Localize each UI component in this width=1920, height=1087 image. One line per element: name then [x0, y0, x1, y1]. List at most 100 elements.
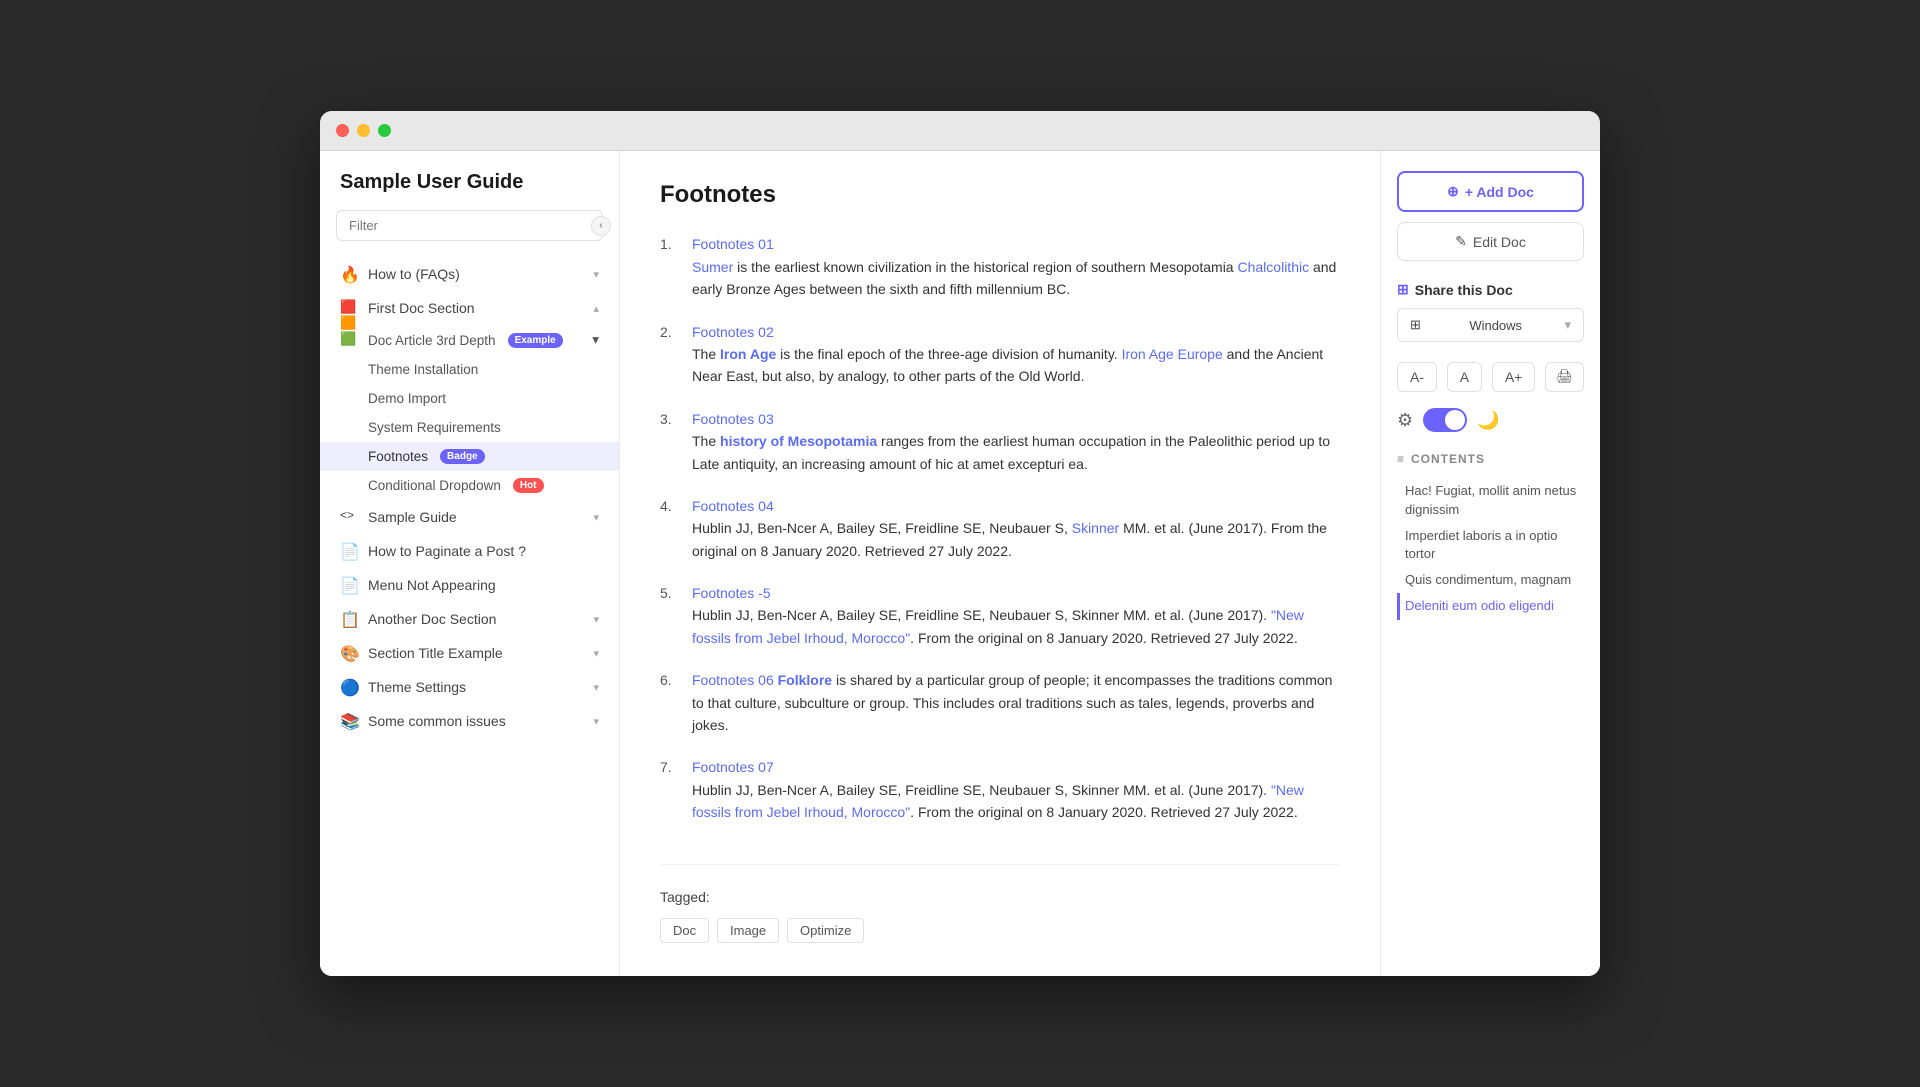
footnote-link[interactable]: Footnotes 04	[692, 498, 774, 514]
footnote-number: 7.	[660, 756, 680, 823]
footnote-body: Footnotes 01 Sumer is the earliest known…	[692, 233, 1340, 300]
sidebar-item-another-doc[interactable]: 📋 Another Doc Section ▾	[320, 602, 619, 636]
footnote-body: Footnotes 03 The history of Mesopotamia …	[692, 408, 1340, 475]
sidebar-item-label: Theme Settings	[368, 679, 583, 695]
sidebar-item-menu-not-appearing[interactable]: 📄 Menu Not Appearing	[320, 568, 619, 602]
sidebar-item-section-title[interactable]: 🎨 Section Title Example ▾	[320, 636, 619, 670]
main-content: Footnotes 1. Footnotes 01 Sumer is the e…	[620, 151, 1380, 975]
right-panel: ⊕ + Add Doc ✎ Edit Doc ⊞ Share this Doc …	[1380, 151, 1600, 975]
font-smaller-button[interactable]: A-	[1397, 362, 1437, 392]
footnote-item: 5. Footnotes -5 Hublin JJ, Ben-Ncer A, B…	[660, 582, 1340, 649]
sidebar-item-theme-installation[interactable]: Theme Installation	[320, 355, 619, 384]
footnote-item: 2. Footnotes 02 The Iron Age is the fina…	[660, 321, 1340, 388]
contents-item[interactable]: Quis condimentum, magnam	[1397, 567, 1584, 593]
font-larger-button[interactable]: A+	[1492, 362, 1536, 392]
sidebar-filter-container: ‹	[336, 210, 603, 241]
footnote-list: 1. Footnotes 01 Sumer is the earliest kn…	[660, 233, 1340, 823]
footnote-link[interactable]: Footnotes 07	[692, 759, 774, 775]
sub-item-label: Footnotes	[368, 449, 428, 464]
sidebar-item-theme-settings[interactable]: 🔵 Theme Settings ▾	[320, 670, 619, 704]
app-body: Sample User Guide ‹ 🔥 How to (FAQs) ▾ 🟥🟧…	[320, 151, 1600, 975]
footnote-body: Footnotes 02 The Iron Age is the final e…	[692, 321, 1340, 388]
chalcolithic-link[interactable]: Chalcolithic	[1238, 259, 1310, 275]
sub-item-label: Doc Article 3rd Depth	[368, 333, 496, 348]
folklore-link[interactable]: Folklore	[778, 672, 832, 688]
chevron-down-icon: ▾	[593, 268, 599, 281]
footnote-link[interactable]: Footnotes 02	[692, 324, 774, 340]
tag-optimize[interactable]: Optimize	[787, 918, 864, 943]
menu-icon: 📄	[340, 576, 358, 594]
sidebar-item-common-issues[interactable]: 📚 Some common issues ▾	[320, 704, 619, 738]
print-button[interactable]: 🖨	[1545, 362, 1584, 392]
sidebar-item-doc-article[interactable]: Doc Article 3rd Depth Example ▾	[320, 325, 619, 355]
sidebar: Sample User Guide ‹ 🔥 How to (FAQs) ▾ 🟥🟧…	[320, 151, 620, 975]
chevron-down-icon: ▾	[1564, 317, 1571, 333]
new-fossils-link-5[interactable]: "New fossils from Jebel Irhoud, Morocco"	[692, 607, 1304, 645]
contents-section: ≡ CONTENTS Hac! Fugiat, mollit anim netu…	[1397, 452, 1584, 619]
dark-mode-toggle[interactable]	[1423, 408, 1467, 432]
sidebar-item-label: Section Title Example	[368, 645, 583, 661]
footnote-link[interactable]: Footnotes 01	[692, 236, 774, 252]
section-title-icon: 🎨	[340, 644, 358, 662]
skinner-link[interactable]: Skinner	[1072, 520, 1119, 536]
iron-age-europe-link[interactable]: Iron Age Europe	[1122, 346, 1223, 362]
badge-badge: Badge	[440, 449, 485, 464]
gear-button[interactable]: ⚙	[1397, 410, 1413, 431]
history-mesopotamia-link[interactable]: history of Mesopotamia	[720, 433, 877, 449]
sidebar-collapse-button[interactable]: ‹	[591, 216, 611, 236]
footnote-item: 6. Footnotes 06 Folklore is shared by a …	[660, 669, 1340, 736]
sidebar-item-first-doc[interactable]: 🟥🟧🟩 First Doc Section ▴	[320, 291, 619, 325]
maximize-button[interactable]	[378, 124, 391, 137]
page-title: Footnotes	[660, 181, 1340, 209]
sidebar-item-how-to[interactable]: 🔥 How to (FAQs) ▾	[320, 257, 619, 291]
chevron-down-icon: ▾	[593, 511, 599, 524]
sidebar-item-label: How to Paginate a Post ?	[368, 543, 599, 559]
close-button[interactable]	[336, 124, 349, 137]
sidebar-item-footnotes[interactable]: Footnotes Badge	[320, 442, 619, 471]
iron-age-link[interactable]: Iron Age	[720, 346, 776, 362]
sidebar-item-label: First Doc Section	[368, 300, 583, 316]
theme-row: ⚙ 🌙	[1397, 408, 1584, 432]
tagged-section: Tagged: Doc Image Optimize	[660, 864, 1340, 946]
sidebar-item-system-requirements[interactable]: System Requirements	[320, 413, 619, 442]
share-title: ⊞ Share this Doc	[1397, 281, 1584, 298]
contents-item-active[interactable]: Deleniti eum odio eligendi	[1397, 593, 1584, 619]
sub-item-label: Theme Installation	[368, 362, 478, 377]
sub-nav-first-doc: Doc Article 3rd Depth Example ▾ Theme In…	[320, 325, 619, 500]
footnote-number: 6.	[660, 669, 680, 736]
footnote-link[interactable]: Footnotes 06	[692, 672, 774, 688]
sidebar-item-label: Another Doc Section	[368, 611, 583, 627]
footnote-link[interactable]: Footnotes 03	[692, 411, 774, 427]
edit-icon: ✎	[1455, 233, 1467, 250]
tag-image[interactable]: Image	[717, 918, 779, 943]
footnote-item: 1. Footnotes 01 Sumer is the earliest kn…	[660, 233, 1340, 300]
sample-guide-icon: <>	[340, 508, 358, 526]
filter-input[interactable]	[336, 210, 603, 241]
font-normal-button[interactable]: A	[1447, 362, 1482, 392]
chevron-down-icon: ▾	[593, 647, 599, 660]
tag-doc[interactable]: Doc	[660, 918, 709, 943]
sidebar-item-sample-guide[interactable]: <> Sample Guide ▾	[320, 500, 619, 534]
contents-item[interactable]: Hac! Fugiat, mollit anim netus dignissim	[1397, 478, 1584, 522]
os-select[interactable]: ⊞ Windows ▾	[1397, 308, 1584, 342]
hot-badge: Hot	[513, 478, 544, 493]
font-controls: A- A A+ 🖨	[1397, 362, 1584, 392]
new-fossils-link-7[interactable]: "New fossils from Jebel Irhoud, Morocco"	[692, 782, 1304, 820]
minimize-button[interactable]	[357, 124, 370, 137]
sidebar-item-conditional-dropdown[interactable]: Conditional Dropdown Hot	[320, 471, 619, 500]
sumer-link[interactable]: Sumer	[692, 259, 733, 275]
sidebar-item-demo-import[interactable]: Demo Import	[320, 384, 619, 413]
contents-item[interactable]: Imperdiet laboris a in optio tortor	[1397, 523, 1584, 567]
add-doc-button[interactable]: ⊕ + Add Doc	[1397, 171, 1584, 212]
edit-doc-button[interactable]: ✎ Edit Doc	[1397, 222, 1584, 261]
app-window: Sample User Guide ‹ 🔥 How to (FAQs) ▾ 🟥🟧…	[320, 111, 1600, 975]
windows-icon: ⊞	[1410, 317, 1421, 333]
how-to-icon: 🔥	[340, 265, 358, 283]
sidebar-item-label: How to (FAQs)	[368, 266, 583, 282]
sub-item-label: Demo Import	[368, 391, 446, 406]
sidebar-item-paginate[interactable]: 📄 How to Paginate a Post ?	[320, 534, 619, 568]
contents-header: ≡ CONTENTS	[1397, 452, 1584, 466]
sub-item-label: System Requirements	[368, 420, 501, 435]
footnote-link[interactable]: Footnotes -5	[692, 585, 771, 601]
sub-item-label: Conditional Dropdown	[368, 478, 501, 493]
